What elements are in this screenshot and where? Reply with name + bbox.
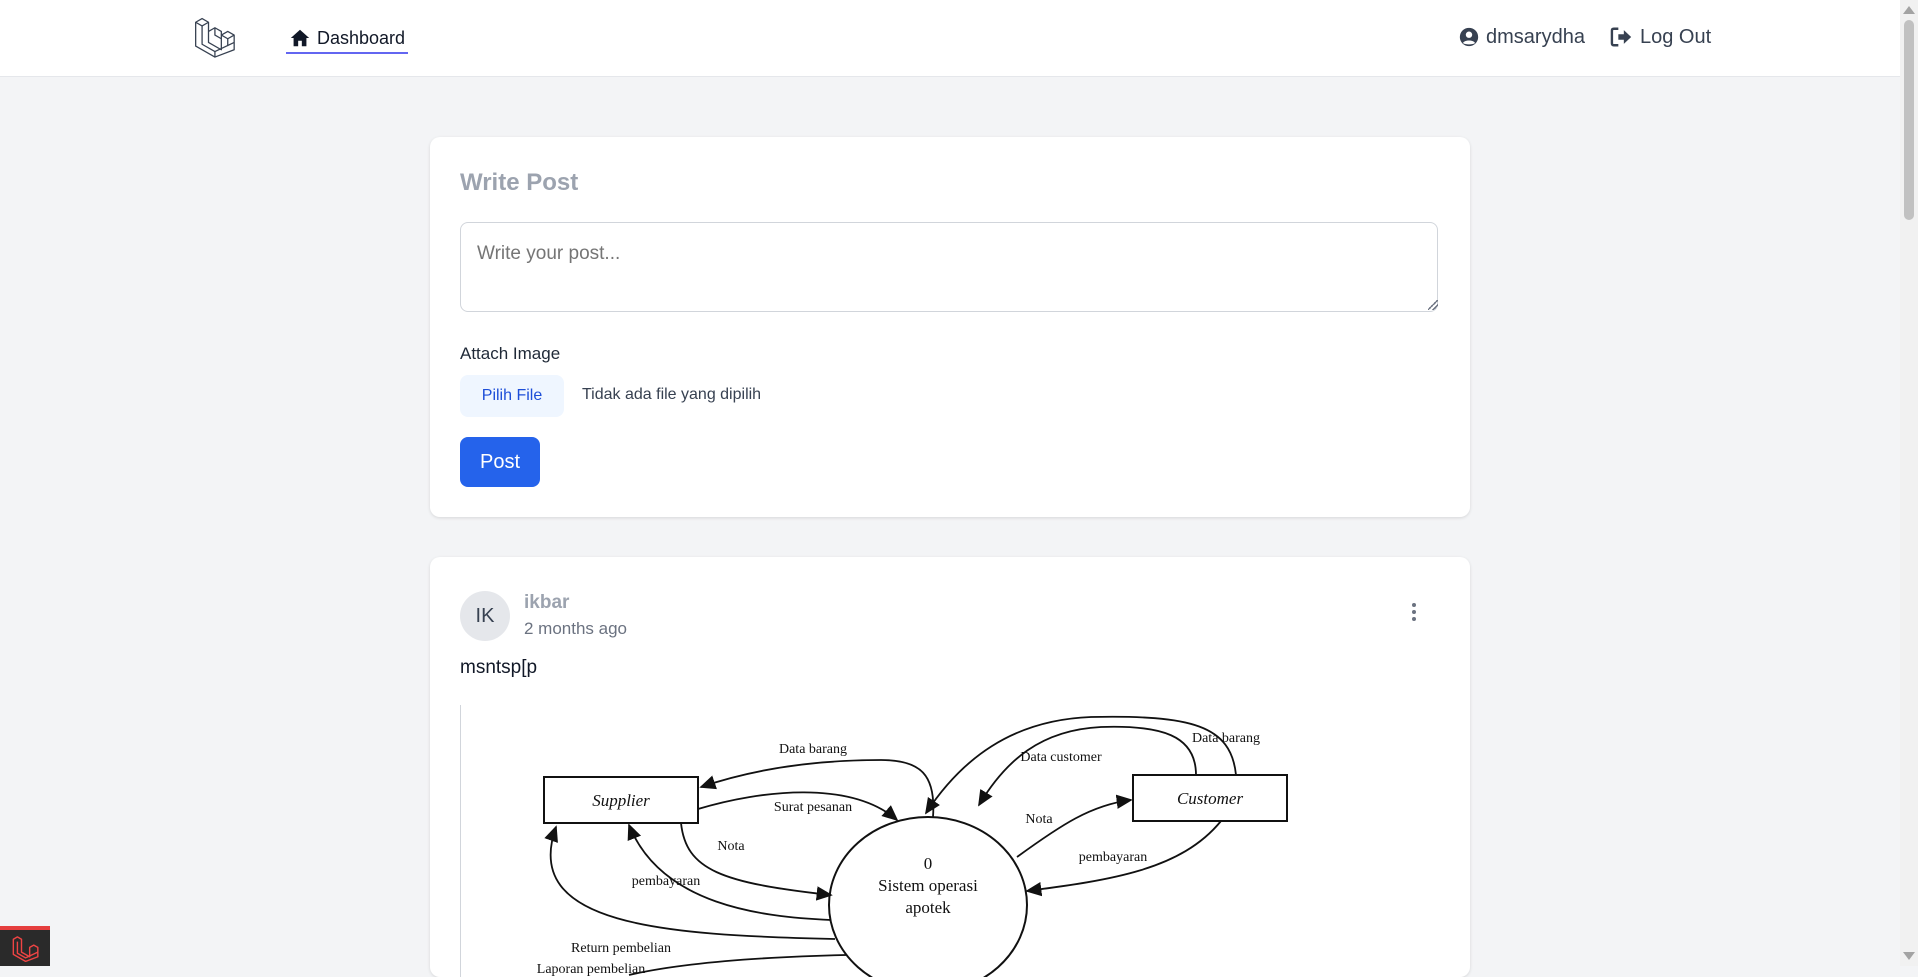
write-post-title: Write Post xyxy=(460,169,579,196)
flow-label-1: Data barang xyxy=(779,742,847,757)
flow-label-4: pembayaran xyxy=(632,874,700,889)
feed-post-card: IK ikbar 2 months ago msntsp[p Supplier … xyxy=(430,557,1470,977)
top-navigation: Dashboard dmsarydha Log Out xyxy=(0,0,1900,77)
post-body-text: msntsp[p xyxy=(460,657,538,678)
laravel-logo-icon[interactable] xyxy=(192,14,236,58)
flow-label-8: Data barang xyxy=(1192,731,1260,746)
nav-dashboard-label: Dashboard xyxy=(317,27,406,48)
scroll-thumb[interactable] xyxy=(1904,20,1914,220)
scroll-up-icon[interactable] xyxy=(1903,6,1915,14)
write-post-card: Write Post Attach Image Pilih File Tidak… xyxy=(430,137,1470,517)
process-circle xyxy=(828,816,1028,977)
avatar: IK xyxy=(460,591,510,641)
user-circle-icon xyxy=(1459,27,1479,47)
user-menu[interactable]: dmsarydha xyxy=(1458,22,1585,52)
post-submit-button[interactable]: Post xyxy=(460,437,540,487)
post-author: ikbar xyxy=(524,592,570,613)
flow-label-2: Surat pesanan xyxy=(774,800,852,815)
customer-entity-label: Customer xyxy=(1177,789,1244,808)
post-image[interactable]: Supplier Customer 0 Sistem operasi apote… xyxy=(460,705,1471,977)
sign-out-icon xyxy=(1610,27,1632,47)
debugbar-toggle[interactable] xyxy=(0,926,50,966)
flow-label-3: Nota xyxy=(717,839,745,854)
nav-dashboard-link[interactable]: Dashboard xyxy=(286,24,409,54)
flow-label-10: pembayaran xyxy=(1079,850,1147,865)
home-icon xyxy=(290,29,310,47)
more-options-icon[interactable] xyxy=(1404,599,1424,625)
supplier-entity-label: Supplier xyxy=(592,791,650,810)
resize-handle-icon[interactable] xyxy=(1428,300,1438,310)
process-number: 0 xyxy=(924,854,933,873)
scroll-down-icon[interactable] xyxy=(1903,952,1915,960)
username-label: dmsarydha xyxy=(1486,25,1585,48)
process-label-line2: apotek xyxy=(905,898,951,917)
flow-label-9: Nota xyxy=(1025,812,1053,827)
laravel-debugbar-icon xyxy=(12,936,39,962)
flow-label-7: Data customer xyxy=(1020,750,1102,765)
dfd-diagram: Supplier Customer 0 Sistem operasi apote… xyxy=(537,715,1288,977)
file-status-text: Tidak ada file yang dipilih xyxy=(582,386,762,403)
post-textarea[interactable] xyxy=(460,222,1438,312)
logout-label: Log Out xyxy=(1640,25,1712,48)
flow-label-5: Return pembelian xyxy=(571,941,671,956)
flow-label-6: Laporan pembelian xyxy=(537,962,645,977)
post-timestamp: 2 months ago xyxy=(524,619,628,638)
choose-file-button[interactable]: Pilih File xyxy=(460,375,564,417)
vertical-scrollbar[interactable] xyxy=(1900,0,1918,966)
process-label-line1: Sistem operasi xyxy=(878,876,978,895)
logout-button[interactable]: Log Out xyxy=(1610,22,1711,52)
attach-image-label: Attach Image xyxy=(460,344,561,363)
